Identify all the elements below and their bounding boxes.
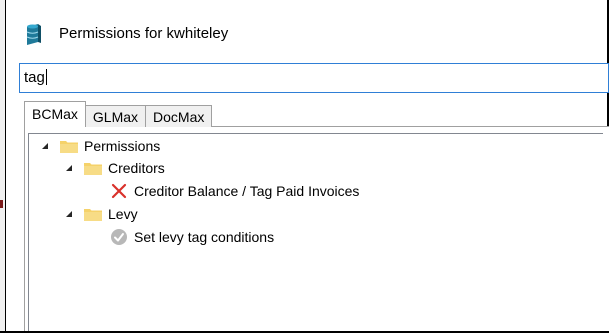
folder-icon <box>84 162 102 175</box>
tab-glmax[interactable]: GLMax <box>84 105 147 127</box>
folder-icon <box>60 140 78 153</box>
red-x-icon <box>111 183 127 199</box>
tab-bcmax[interactable]: BCMax <box>24 101 86 127</box>
permissions-tree[interactable]: Permissions Creditors Creditor Balance /… <box>28 133 603 331</box>
tree-node-label: Set levy tag conditions <box>134 229 275 245</box>
folder-icon <box>84 208 102 221</box>
title-bar[interactable]: Permissions for kwhiteley <box>7 0 607 62</box>
tree-node-label: Creditors <box>108 160 165 176</box>
grey-check-icon <box>111 229 127 245</box>
tree-node-label: Permissions <box>84 138 161 154</box>
tree-node-permissions[interactable]: Permissions <box>41 135 160 157</box>
expanded-arrow-icon[interactable] <box>65 210 73 218</box>
search-input-value: tag <box>24 64 47 92</box>
tree-node-label: Creditor Balance / Tag Paid Invoices <box>134 183 360 199</box>
window-left-edge <box>0 0 6 333</box>
tab-strip: BCMax GLMax DocMax <box>24 101 213 127</box>
expanded-arrow-icon[interactable] <box>65 164 73 172</box>
tab-docmax[interactable]: DocMax <box>145 105 213 127</box>
edge-marker <box>0 200 3 208</box>
tree-node-set-levy-tag-conditions[interactable]: Set levy tag conditions <box>110 226 274 248</box>
search-input[interactable]: tag <box>19 63 609 93</box>
search-value-text: tag <box>24 69 45 86</box>
expanded-arrow-icon[interactable] <box>41 142 49 150</box>
text-caret <box>45 69 47 85</box>
tree-node-levy[interactable]: Levy <box>65 203 138 225</box>
tree-node-label: Levy <box>108 206 138 222</box>
window-title: Permissions for kwhiteley <box>59 25 229 42</box>
database-icon <box>26 24 41 45</box>
tree-node-creditor-balance[interactable]: Creditor Balance / Tag Paid Invoices <box>110 180 359 202</box>
tree-node-creditors[interactable]: Creditors <box>65 157 165 179</box>
